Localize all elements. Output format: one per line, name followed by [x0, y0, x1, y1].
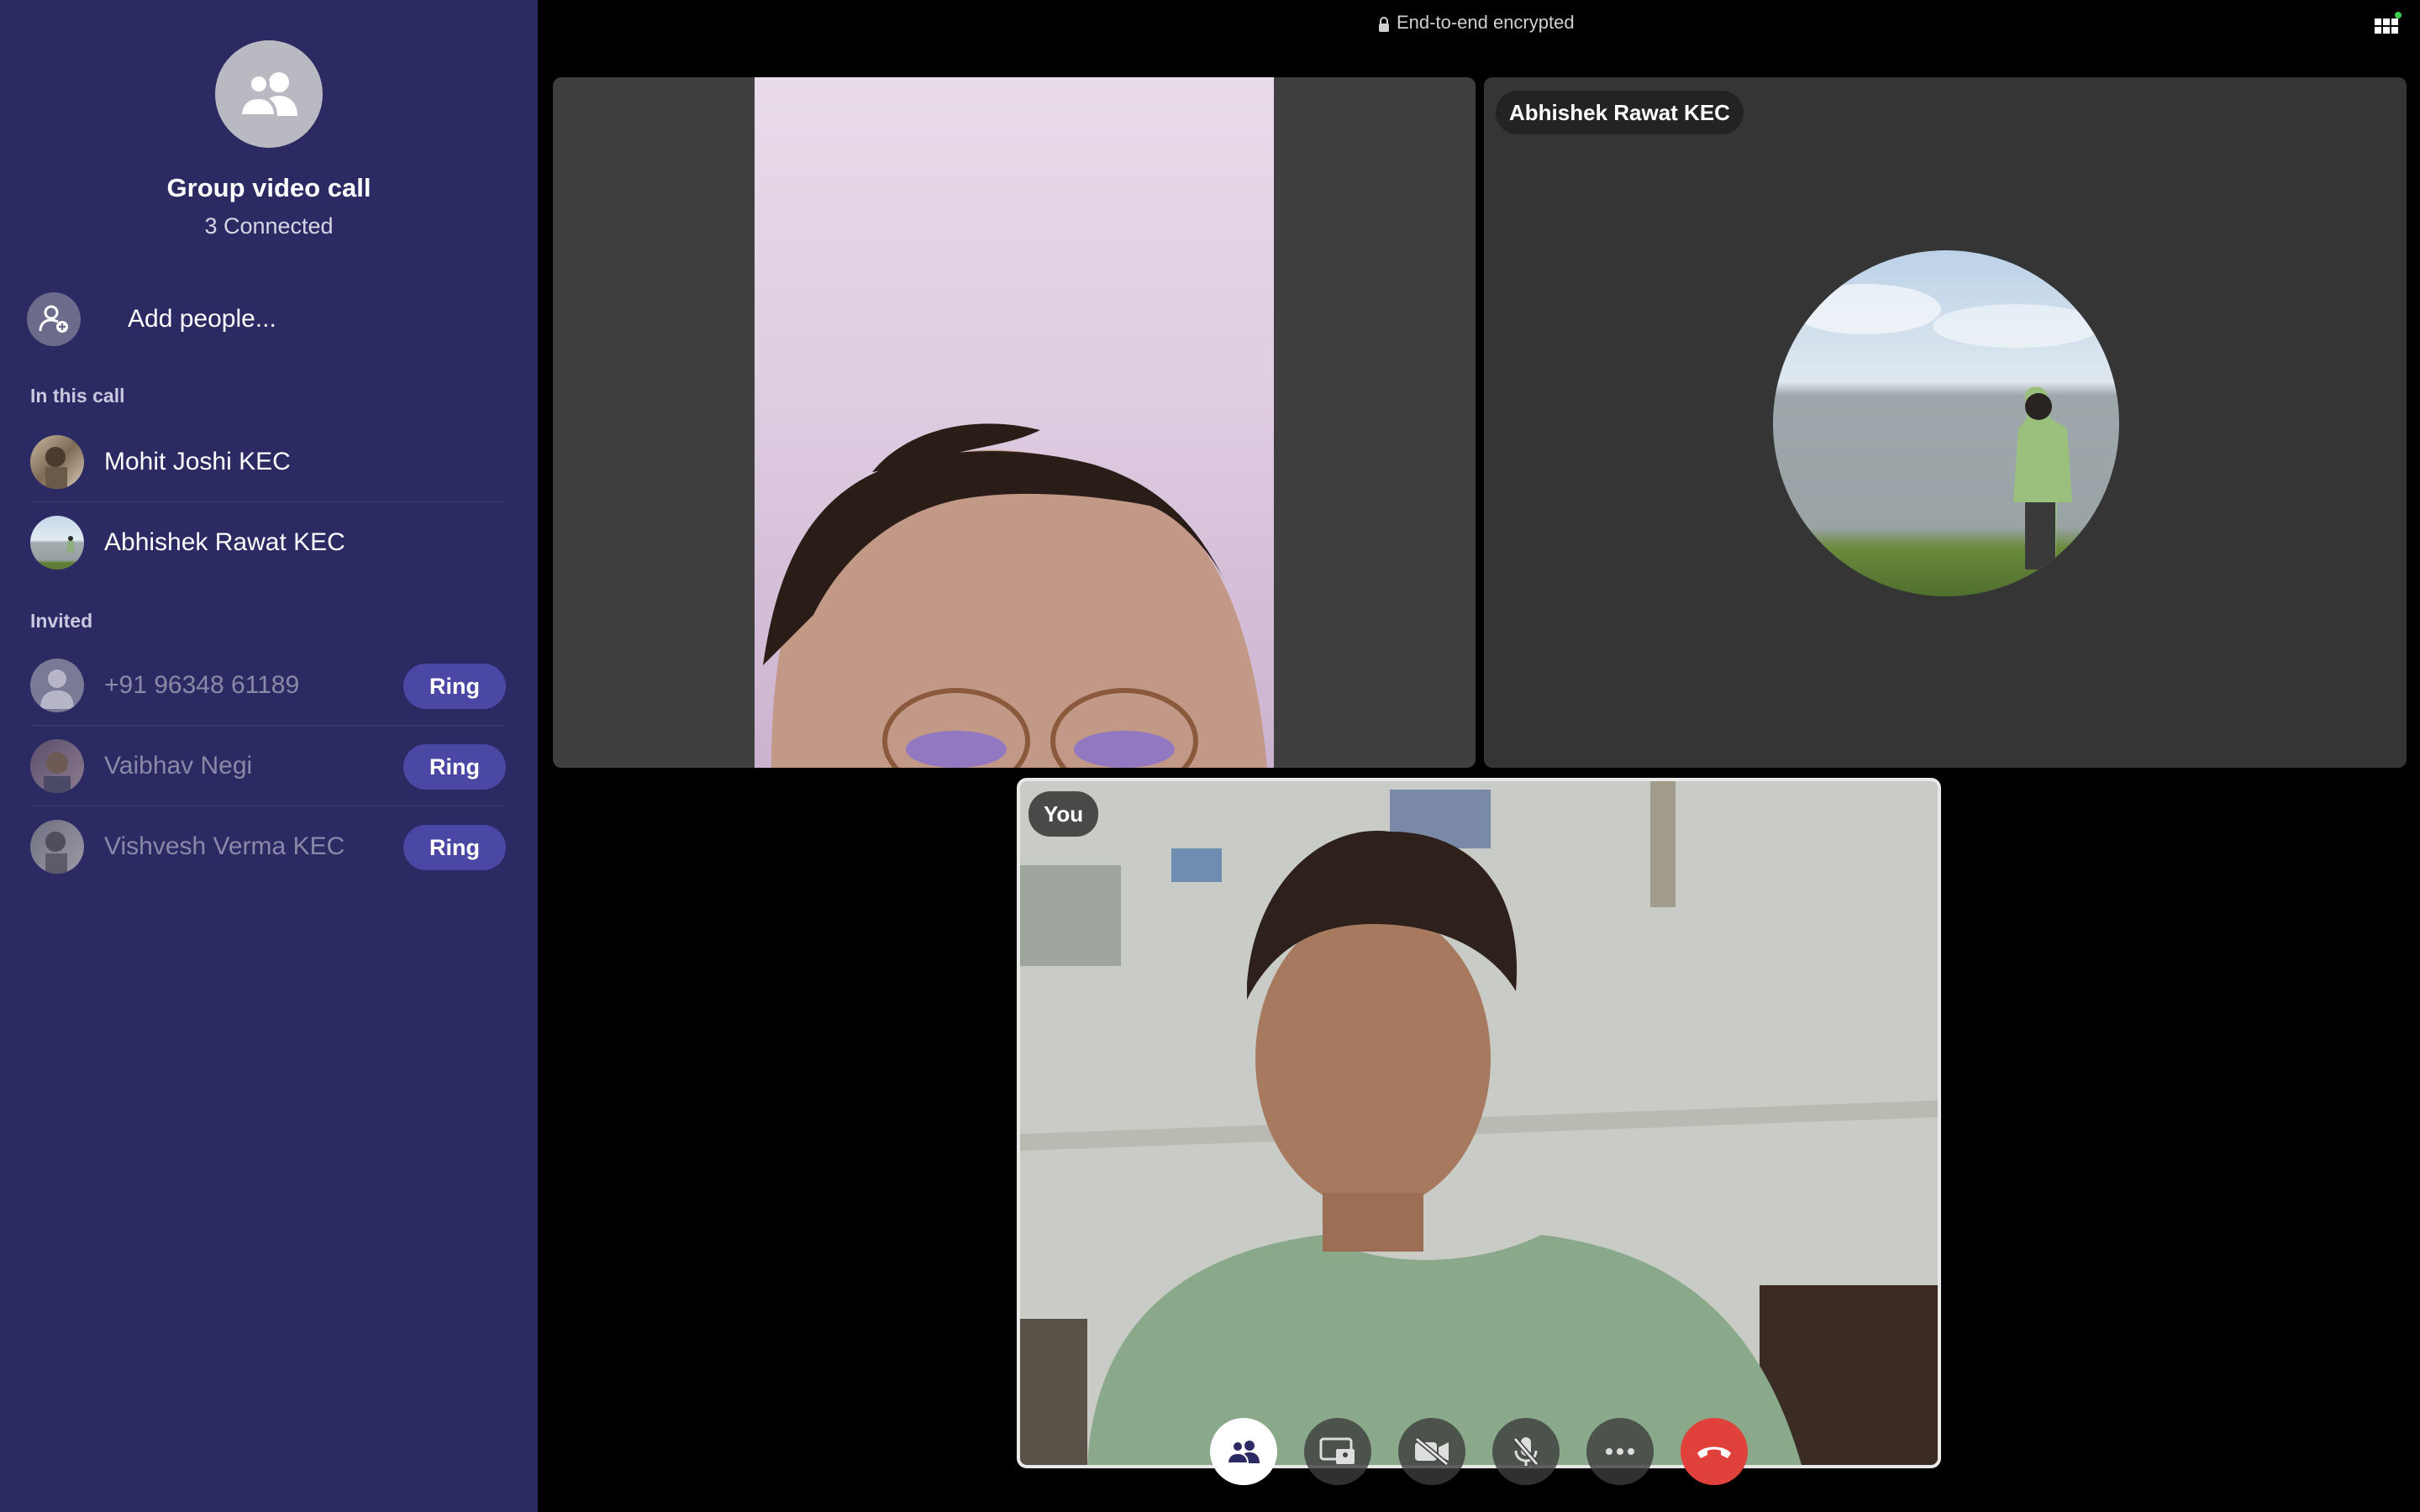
invited-name: Vishvesh Verma KEC [104, 832, 345, 860]
avatar [30, 434, 84, 489]
screen-share-button[interactable] [1304, 1418, 1371, 1485]
add-person-icon [27, 292, 81, 346]
avatar [30, 738, 84, 793]
participant-avatar [1773, 250, 2119, 596]
people-icon [1226, 1441, 1260, 1464]
lock-icon [1378, 15, 1390, 32]
end-call-button[interactable] [1681, 1418, 1748, 1485]
sidebar: Group video call 3 Connected Add people.… [0, 0, 538, 1512]
self-video [1020, 781, 1938, 1465]
end-call-icon [1697, 1446, 1731, 1458]
invited-row: Vaibhav Negi Ring [30, 726, 506, 806]
more-icon [1606, 1448, 1634, 1455]
in-call-heading: In this call [30, 385, 125, 407]
ring-button[interactable]: Ring [403, 825, 506, 870]
invited-name: Vaibhav Negi [104, 751, 253, 780]
camera-toggle-button[interactable] [1398, 1418, 1465, 1485]
avatar [30, 658, 84, 712]
invited-name: +91 96348 61189 [104, 670, 300, 699]
more-options-button[interactable] [1586, 1418, 1654, 1485]
mic-toggle-button[interactable] [1492, 1418, 1560, 1485]
avatar [30, 516, 84, 570]
participant-row[interactable]: Abhishek Rawat KEC [30, 502, 506, 583]
screen-share-icon [1319, 1437, 1355, 1464]
video-tile-remote-1[interactable] [553, 77, 1476, 768]
ring-button[interactable]: Ring [403, 744, 506, 790]
video-tile-self[interactable]: You [1017, 778, 1941, 1468]
group-title: Group video call [166, 173, 371, 202]
connected-count: 3 Connected [204, 213, 334, 239]
self-name-label: You [1028, 791, 1099, 837]
invited-row: +91 96348 61189 Ring [30, 645, 506, 726]
add-people-button[interactable]: Add people... [27, 292, 514, 346]
participant-name-label: Abhishek Rawat KEC [1496, 91, 1744, 134]
encryption-label: End-to-end encrypted [1397, 12, 1575, 33]
participants-button[interactable] [1210, 1418, 1277, 1485]
group-avatar [215, 40, 323, 148]
participant-name: Mohit Joshi KEC [104, 447, 291, 475]
avatar [30, 820, 84, 874]
call-controls [1210, 1418, 1748, 1485]
add-people-label: Add people... [128, 305, 276, 333]
encryption-status: End-to-end encrypted [1378, 12, 1580, 34]
participant-row[interactable]: Mohit Joshi KEC [30, 422, 506, 502]
ring-button[interactable]: Ring [403, 664, 506, 709]
video-tile-remote-2[interactable]: Abhishek Rawat KEC [1484, 77, 2407, 768]
invited-heading: Invited [30, 610, 93, 632]
invited-row: Vishvesh Verma KEC Ring [30, 806, 506, 887]
people-icon [238, 72, 297, 118]
camera-off-icon [1415, 1437, 1449, 1466]
mic-off-icon [1512, 1437, 1539, 1466]
participant-name: Abhishek Rawat KEC [104, 528, 345, 556]
layout-grid-icon[interactable] [2375, 12, 2402, 35]
remote-video [755, 77, 1274, 768]
